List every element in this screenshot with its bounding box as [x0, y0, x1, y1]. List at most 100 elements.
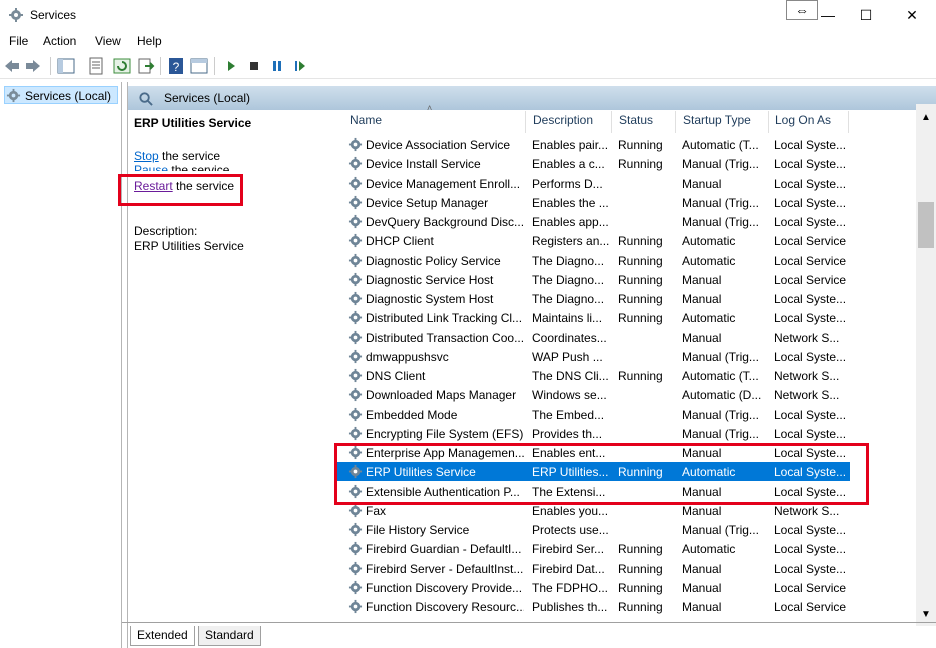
table-row[interactable]: dmwappushsvc WAP Push ... Manual (Trig... L… [335, 347, 850, 366]
table-row[interactable]: DevQuery Background Disc... Enables app..… [335, 212, 850, 231]
services-list: Name Description Status Startup Type Log… [335, 102, 918, 622]
column-divider[interactable] [848, 111, 849, 133]
table-row[interactable]: Distributed Transaction Coo... Coordinate… [335, 328, 850, 347]
table-row[interactable]: Encrypting File System (EFS) Provides th.… [335, 424, 850, 443]
table-row[interactable]: Firebird Guardian - DefaultI... Firebird … [335, 539, 850, 558]
service-log-on-as-cell: Network S... [774, 330, 840, 345]
table-row[interactable]: Embedded Mode The Embed... Manual (Trig...… [335, 405, 850, 424]
service-name-cell: Distributed Transaction Coo... [366, 330, 524, 345]
column-header-name[interactable]: Name [350, 113, 382, 127]
tab-extended[interactable]: Extended [130, 626, 195, 646]
service-name-cell: Diagnostic System Host [366, 292, 494, 306]
service-startup-type-cell: Manual [682, 292, 722, 306]
service-startup-type-cell: Manual (Trig... [682, 407, 759, 422]
table-row[interactable]: Device Management Enroll... Performs D...… [335, 174, 850, 193]
service-gear-icon [348, 195, 363, 210]
column-divider[interactable] [768, 111, 769, 133]
scroll-up-icon[interactable]: ▲ [921, 112, 931, 123]
column-header-log-on-as[interactable]: Log On As [775, 113, 831, 127]
table-row[interactable]: Device Install Service Enables a c... Runn… [335, 154, 850, 173]
service-startup-type-cell: Manual (Trig... [682, 215, 759, 229]
service-description-cell: The DNS Cli... [532, 369, 609, 383]
table-row[interactable]: Device Setup Manager Enables the ... Manua… [335, 193, 850, 212]
service-name-cell: Firebird Guardian - DefaultI... [366, 542, 522, 557]
service-description-cell: Enables a c... [532, 157, 605, 172]
menu-view[interactable]: View [95, 34, 121, 48]
service-gear-icon [348, 214, 363, 229]
tab-standard[interactable]: Standard [198, 626, 261, 646]
column-divider[interactable] [525, 111, 526, 133]
back-icon[interactable] [3, 57, 21, 75]
service-log-on-as-cell: Local Service [774, 272, 846, 287]
refresh-icon[interactable] [113, 57, 131, 75]
table-row[interactable]: Diagnostic Policy Service The Diagno... Ru… [335, 251, 850, 270]
table-row[interactable]: Function Discovery Provide... The FDPHO..… [335, 578, 850, 597]
service-name-cell: Firebird Server - DefaultInst... [366, 561, 524, 576]
table-row[interactable]: File History Service Protects use... Manua… [335, 520, 850, 539]
service-gear-icon [348, 310, 363, 325]
table-row[interactable]: DHCP Client Registers an... Running Automat… [335, 231, 850, 250]
maximize-button[interactable]: ☐ [856, 6, 876, 24]
service-description-cell: The FDPHO... [532, 580, 609, 595]
table-row[interactable]: Diagnostic Service Host The Diagno... Runn… [335, 270, 850, 289]
vertical-scrollbar[interactable]: ▲ ▼ [916, 104, 936, 626]
scroll-thumb[interactable] [918, 202, 934, 248]
service-log-on-as-cell: Local Syste... [774, 561, 846, 576]
stop-service-icon[interactable] [245, 57, 263, 75]
service-log-on-as-cell: Local Syste... [774, 426, 846, 441]
table-row[interactable]: Distributed Link Tracking Cl... Maintains… [335, 308, 850, 327]
column-divider[interactable] [611, 111, 612, 133]
menu-help[interactable]: Help [137, 34, 162, 48]
column-header-startup-type[interactable]: Startup Type [683, 113, 751, 127]
service-gear-icon [348, 561, 363, 576]
service-name-cell: Function Discovery Provide... [366, 580, 523, 595]
forward-icon[interactable] [24, 57, 42, 75]
service-startup-type-cell: Manual [682, 561, 722, 576]
tree-node-services-local[interactable]: Services (Local) [4, 86, 118, 104]
properties-icon[interactable] [87, 57, 105, 75]
service-log-on-as-cell: Local Service [774, 253, 846, 268]
service-name-cell: Encrypting File System (EFS) [366, 426, 524, 441]
service-startup-type-cell: Automatic [682, 311, 736, 326]
close-button[interactable]: ✕ [902, 6, 922, 24]
show-hide-console-tree-icon[interactable] [57, 57, 75, 75]
service-name-cell: Function Discovery Resourc... [366, 600, 524, 614]
scroll-down-icon[interactable]: ▼ [921, 609, 931, 620]
column-divider[interactable] [675, 111, 676, 133]
pause-service-icon[interactable] [268, 57, 286, 75]
service-startup-type-cell: Automatic [682, 542, 736, 557]
service-status-cell: Running [618, 542, 663, 557]
minimize-button[interactable]: — [818, 6, 838, 24]
title-bar: Services ⇔ — ☐ ✕ [0, 0, 936, 30]
resume-service-icon[interactable] [291, 57, 309, 75]
panel-header-title: Services (Local) [164, 91, 251, 105]
service-name-cell: Downloaded Maps Manager [366, 388, 517, 403]
stop-service-link[interactable]: Stop [134, 149, 159, 163]
pause-service-link[interactable]: Pause [134, 163, 168, 171]
menu-action[interactable]: Action [43, 34, 76, 48]
menu-file[interactable]: File [9, 34, 28, 48]
help-icon[interactable]: ? [167, 57, 185, 75]
service-description-cell: Firebird Ser... [532, 542, 605, 557]
action-pane-icon[interactable] [190, 57, 208, 75]
service-name-cell: Device Setup Manager [366, 195, 489, 210]
table-row[interactable]: Device Association Service Enables pair..… [335, 135, 850, 154]
table-row[interactable]: DNS Client The DNS Cli... Running Automatic… [335, 366, 850, 385]
service-description-cell: Enables the ... [532, 195, 609, 210]
table-row[interactable]: Firebird Server - DefaultInst... Firebird… [335, 559, 850, 578]
column-header-status[interactable]: Status [619, 113, 653, 127]
service-log-on-as-cell: Network S... [774, 369, 840, 383]
service-name-cell: Embedded Mode [366, 407, 458, 422]
services-gear-icon [9, 8, 23, 22]
table-row[interactable]: Function Discovery Resourc... Publishes t… [335, 597, 850, 616]
service-startup-type-cell: Manual (Trig... [682, 195, 759, 210]
export-list-icon[interactable] [137, 57, 155, 75]
start-service-icon[interactable] [222, 57, 240, 75]
table-row[interactable]: Diagnostic System Host The Diagno... Runni… [335, 289, 850, 308]
resize-arrows-icon[interactable]: ⇔ [786, 0, 818, 20]
service-name-cell: DevQuery Background Disc... [366, 215, 524, 229]
service-name-cell: DHCP Client [366, 234, 434, 249]
service-description-cell: Registers an... [532, 234, 610, 249]
table-row[interactable]: Downloaded Maps Manager Windows se... Auto… [335, 385, 850, 404]
column-header-description[interactable]: Description [533, 113, 593, 127]
